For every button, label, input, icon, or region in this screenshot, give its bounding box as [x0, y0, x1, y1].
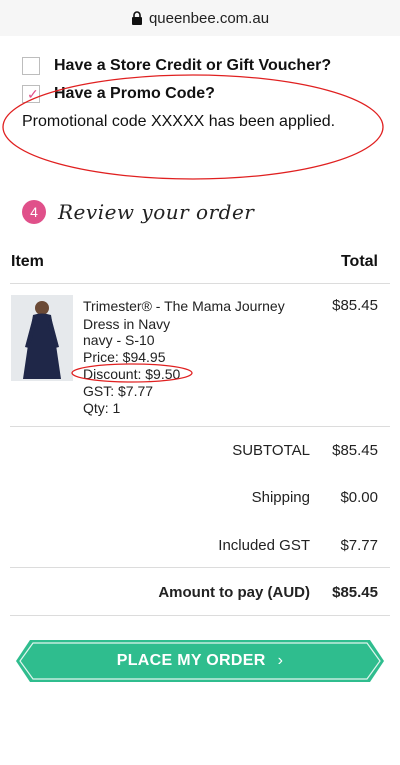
review-step-heading: 4 Review your order: [22, 200, 254, 224]
step-title: Review your order: [58, 200, 255, 224]
product-image[interactable]: [11, 295, 73, 381]
step-number-badge: 4: [22, 200, 46, 224]
gst-value: $7.77: [340, 537, 378, 554]
column-header-total: Total: [340, 253, 378, 270]
place-order-label: PLACE MY ORDER: [116, 652, 266, 669]
shipping-value: $0.00: [340, 489, 378, 506]
shipping-label: Shipping: [251, 489, 310, 506]
browser-url-bar[interactable]: queenbee.com.au: [0, 0, 400, 36]
product-variant: navy - S-10: [83, 332, 155, 348]
divider: [10, 615, 390, 616]
annotation-ellipse: [2, 74, 384, 180]
divider: [10, 283, 390, 284]
amount-to-pay-value: $85.45: [332, 584, 378, 601]
gst-label: Included GST: [218, 537, 310, 554]
product-gst: GST: $7.77: [83, 383, 154, 399]
amount-to-pay-label: Amount to pay (AUD): [158, 584, 310, 601]
product-name[interactable]: Trimester® - The Mama Journey Dress in N…: [83, 297, 308, 333]
place-order-button[interactable]: PLACE MY ORDER ›: [16, 640, 384, 682]
discount-annotation-ellipse: [71, 363, 193, 383]
divider: [10, 426, 390, 427]
lock-icon: [131, 11, 142, 25]
subtotal-value: $85.45: [332, 442, 378, 459]
product-qty: Qty: 1: [83, 400, 121, 416]
product-line-total: $85.45: [332, 297, 378, 314]
dress-icon: [11, 295, 73, 381]
url-text: queenbee.com.au: [148, 9, 270, 27]
column-header-item: Item: [11, 253, 44, 270]
subtotal-label: SUBTOTAL: [232, 442, 310, 459]
divider: [10, 567, 390, 568]
chevron-right-icon: ›: [277, 652, 284, 669]
